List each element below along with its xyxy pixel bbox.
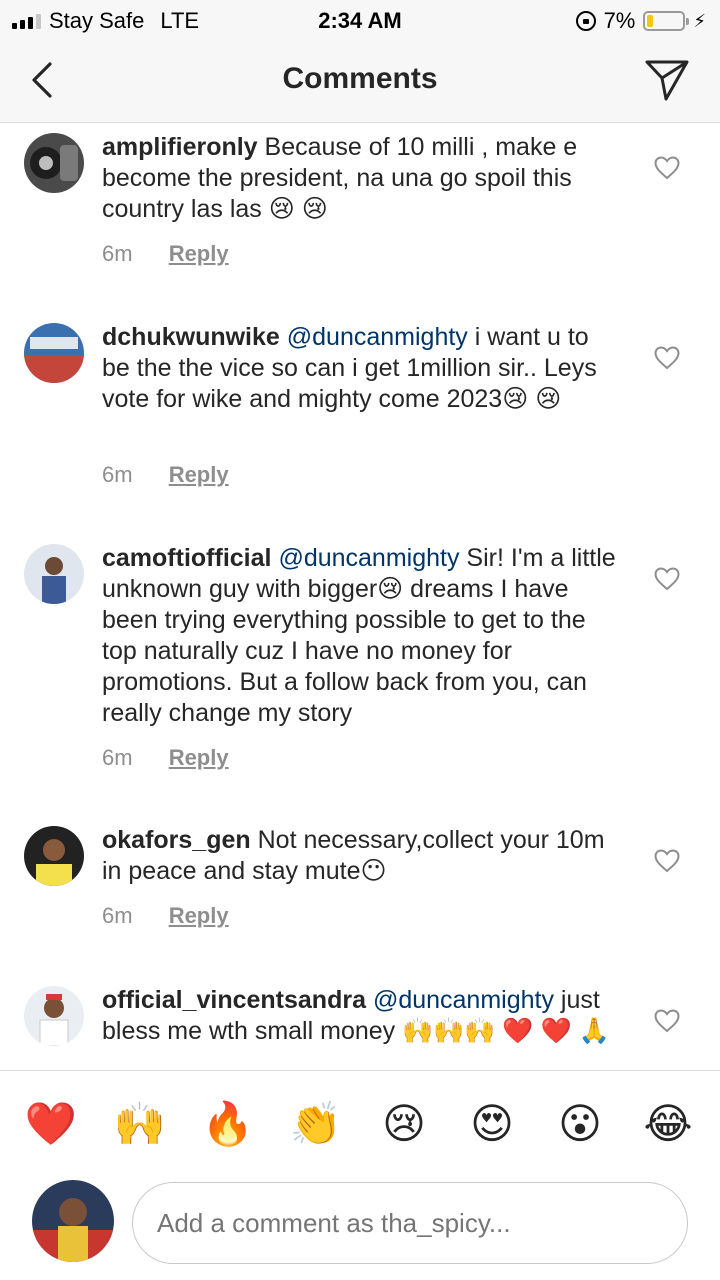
emoji-surprised-button[interactable]: 😮	[553, 1097, 607, 1151]
status-right: 7% ⚡	[575, 8, 706, 34]
comment-username[interactable]: okafors_gen	[102, 826, 251, 854]
avatar[interactable]	[24, 544, 84, 604]
avatar[interactable]	[24, 986, 84, 1046]
comment-username[interactable]: dchukwunwike	[102, 323, 280, 351]
emoji-heart-button[interactable]: ❤️	[24, 1097, 78, 1151]
comment-meta: 6m Reply	[102, 903, 229, 929]
comment-text: camoftiofficial @duncanmighty Sir! I'm a…	[102, 543, 622, 729]
emoji-clap-button[interactable]: 👏	[289, 1097, 343, 1151]
comment-time: 6m	[102, 903, 133, 928]
battery-fill	[647, 15, 654, 27]
reply-button[interactable]: Reply	[169, 903, 229, 928]
reply-button[interactable]: Reply	[169, 462, 229, 487]
comment-text: amplifieronly Because of 10 milli , make…	[102, 132, 622, 225]
comments-header: Comments	[0, 40, 720, 123]
comment-meta: 6m Reply	[102, 745, 229, 771]
avatar	[32, 1180, 114, 1262]
comment-meta: 6m Reply	[102, 241, 229, 267]
paper-plane-icon[interactable]	[644, 56, 690, 102]
comment-time: 6m	[102, 241, 133, 266]
orientation-lock-icon	[575, 11, 596, 31]
heart-icon[interactable]	[654, 346, 680, 370]
battery-icon	[643, 11, 690, 31]
heart-icon[interactable]	[654, 567, 680, 591]
comment-input-row	[0, 1174, 720, 1280]
heart-icon[interactable]	[654, 1009, 680, 1033]
comments-list[interactable]: amplifieronly Because of 10 milli , make…	[0, 123, 720, 1069]
comment-mention[interactable]: @duncanmighty	[278, 544, 459, 572]
comment-time: 6m	[102, 462, 133, 487]
status-bar: Stay Safe LTE 2:34 AM 7% ⚡	[0, 0, 720, 40]
emoji-raised-hands-button[interactable]: 🙌	[113, 1097, 167, 1151]
comment-username[interactable]: amplifieronly	[102, 133, 258, 161]
charging-bolt-icon: ⚡	[693, 10, 706, 31]
battery-percent: 7%	[603, 8, 636, 33]
emoji-fire-button[interactable]: 🔥	[201, 1097, 255, 1151]
comment-text: official_vincentsandra @duncanmighty jus…	[102, 985, 622, 1047]
emoji-bar: ❤️ 🙌 🔥 👏 😢 😍 😮 😂	[0, 1070, 720, 1175]
reply-button[interactable]: Reply	[169, 241, 229, 266]
reply-button[interactable]: Reply	[169, 745, 229, 770]
emoji-heart-eyes-button[interactable]: 😍	[465, 1097, 519, 1151]
comment-text: dchukwunwike @duncanmighty i want u to b…	[102, 322, 622, 415]
comment-time: 6m	[102, 745, 133, 770]
emoji-laughing-button[interactable]: 😂	[641, 1097, 695, 1151]
comment-text: okafors_gen Not necessary,collect your 1…	[102, 825, 622, 887]
comment-mention[interactable]: @duncanmighty	[373, 986, 554, 1014]
comment-mention[interactable]: @duncanmighty	[287, 323, 468, 351]
heart-icon[interactable]	[654, 156, 680, 180]
heart-icon[interactable]	[654, 849, 680, 873]
comment-meta: 6m Reply	[102, 462, 229, 488]
avatar[interactable]	[24, 826, 84, 886]
avatar[interactable]	[24, 323, 84, 383]
comment-username[interactable]: camoftiofficial	[102, 544, 271, 572]
emoji-crying-button[interactable]: 😢	[377, 1097, 431, 1151]
comment-input[interactable]	[132, 1182, 688, 1264]
avatar[interactable]	[24, 133, 84, 193]
page-title: Comments	[282, 62, 438, 95]
comment-username[interactable]: official_vincentsandra	[102, 986, 366, 1014]
